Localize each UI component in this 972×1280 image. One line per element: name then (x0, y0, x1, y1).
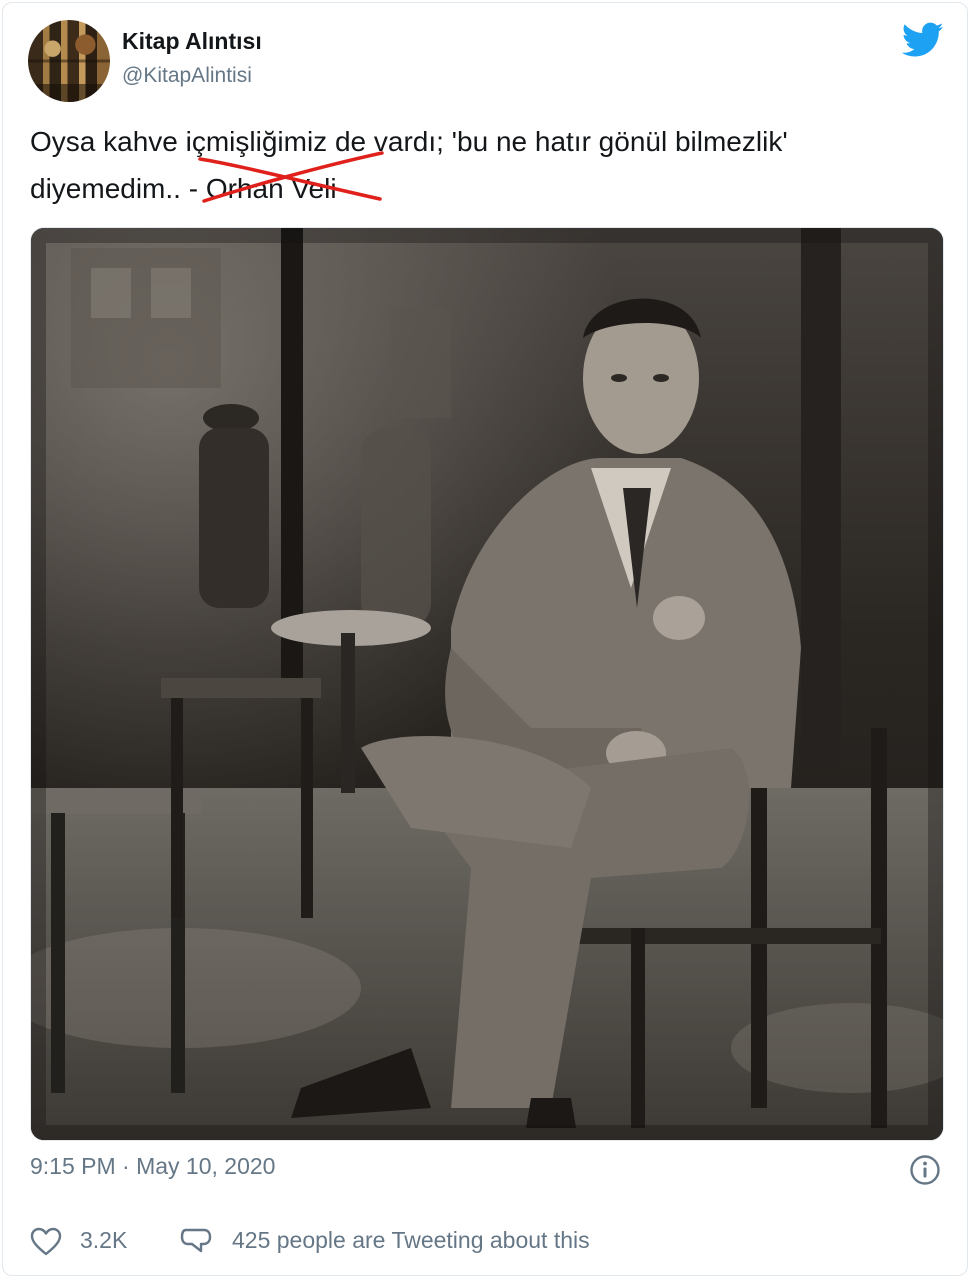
red-cross-strike (198, 151, 384, 203)
crossed-out-author: Orhan Veli (198, 151, 384, 212)
tweet-text: Oysa kahve içmişliğimiz de vardı; 'bu ne… (30, 118, 950, 212)
info-circle-icon[interactable] (909, 1154, 941, 1186)
comment-bubble-icon[interactable] (180, 1226, 212, 1256)
tweet-text-line2: diyemedim.. - Orhan Veli (30, 151, 950, 212)
author-display-name[interactable]: Kitap Alıntısı (122, 28, 262, 55)
like-heart-icon[interactable] (30, 1227, 62, 1257)
like-count[interactable]: 3.2K (80, 1227, 127, 1254)
tweeting-about-link[interactable]: 425 people are Tweeting about this (232, 1227, 590, 1254)
tweet-text-line1: Oysa kahve içmişliğimiz de vardı; 'bu ne… (30, 126, 788, 157)
tweet-photo[interactable] (30, 227, 944, 1141)
tweet-timestamp[interactable]: 9:15 PM · May 10, 2020 (30, 1153, 275, 1180)
author-handle[interactable]: @KitapAlintisi (122, 64, 252, 88)
vintage-cafe-photo (31, 228, 943, 1140)
tweet-text-line2-prefix: diyemedim.. - (30, 173, 206, 204)
twitter-bird-icon[interactable] (902, 22, 944, 58)
author-avatar[interactable] (28, 20, 110, 102)
